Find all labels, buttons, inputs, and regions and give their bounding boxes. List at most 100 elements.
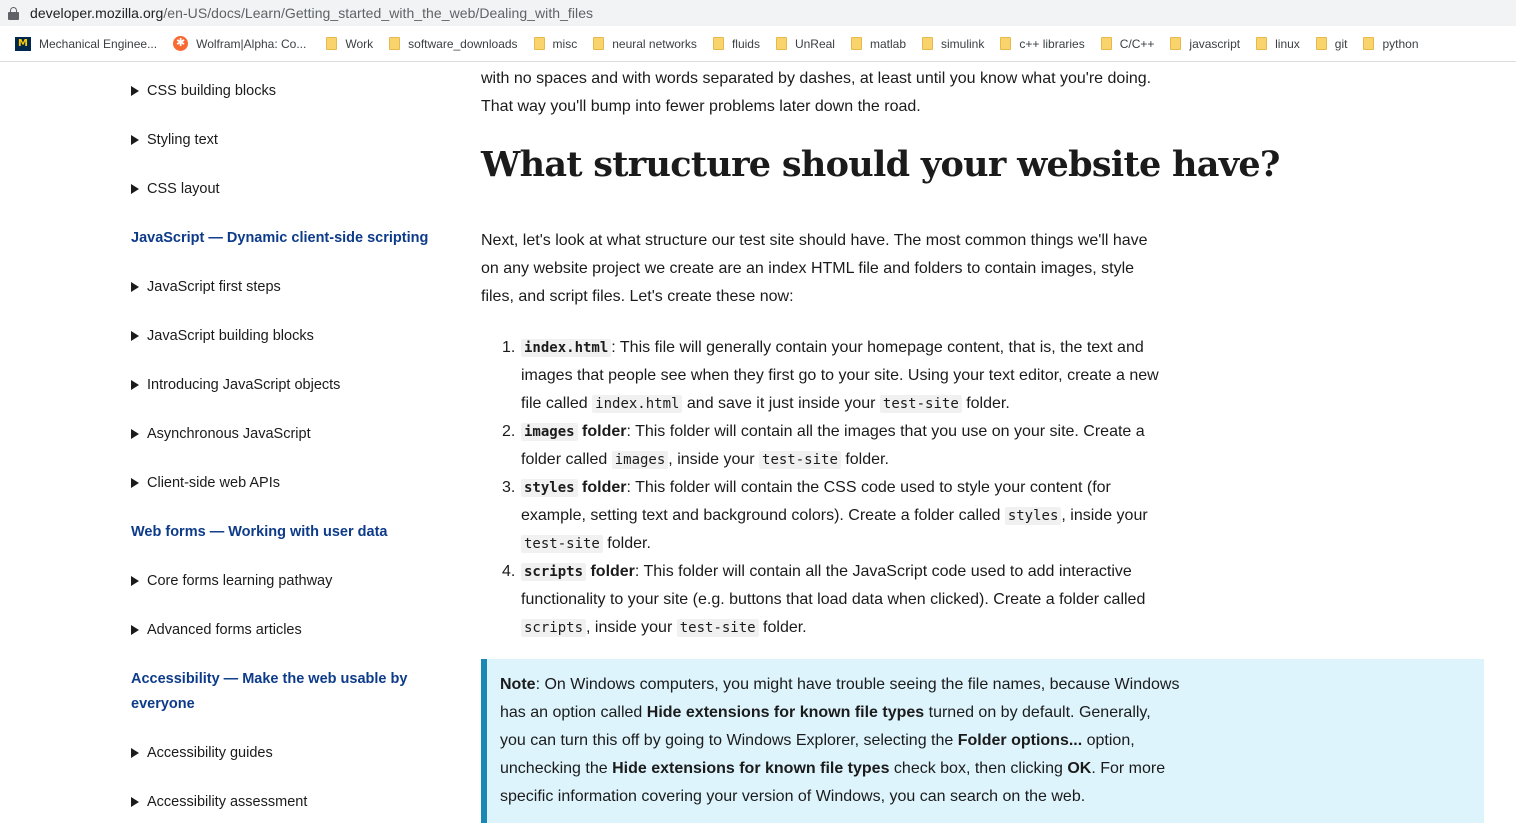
bookmark-label: git <box>1334 36 1348 51</box>
section-heading: What structure should your website have? <box>481 144 1280 185</box>
bookmark-12[interactable]: javascript <box>1170 37 1240 51</box>
item-text: folder. <box>840 451 889 468</box>
folder-icon <box>389 37 401 50</box>
sidebar-item-10[interactable]: Core forms learning pathway <box>131 573 332 589</box>
bookmark-label: software_downloads <box>408 36 518 51</box>
expand-triangle-icon <box>131 86 139 96</box>
inline-code: test-site <box>879 395 962 413</box>
bookmark-0[interactable]: M Mechanical Enginee... <box>15 36 157 51</box>
list-item: 2. images folder: This folder will contai… <box>481 418 1161 474</box>
inline-code: test-site <box>759 451 841 469</box>
bookmark-15[interactable]: python <box>1363 37 1419 51</box>
sidebar-item-label: Accessibility guides <box>147 745 273 761</box>
bookmark-8[interactable]: matlab <box>850 37 906 51</box>
sidebar-item-7[interactable]: Asynchronous JavaScript <box>131 426 311 442</box>
sidebar-item-2[interactable]: CSS layout <box>131 181 220 197</box>
folder-icon <box>1256 37 1268 50</box>
bookmark-label: simulink <box>941 36 985 51</box>
bookmark-3[interactable]: software_downloads <box>389 36 518 51</box>
bookmark-6[interactable]: fluids <box>712 36 760 51</box>
inline-code: test-site <box>676 619 759 637</box>
item-code-name: styles <box>521 479 578 497</box>
folder-icon <box>326 37 338 50</box>
item-bold-suffix: folder <box>586 563 635 580</box>
sidebar-item-label: CSS building blocks <box>147 83 276 99</box>
sidebar-nav: CSS building blocks Styling text CSS layou… <box>0 63 460 833</box>
wolfram-icon: ✱ <box>173 36 189 51</box>
note-callout: Note: On Windows computers, you might ha… <box>481 659 1484 823</box>
sidebar-section-label: Web forms — Working with user data <box>131 524 388 540</box>
expand-triangle-icon <box>131 282 139 292</box>
note-label: Note <box>500 676 536 693</box>
sidebar-item-6[interactable]: Introducing JavaScript objects <box>131 377 340 393</box>
sidebar-item-label: JavaScript first steps <box>147 279 281 295</box>
folder-icon <box>533 37 545 50</box>
bookmark-label: UnReal <box>794 36 835 51</box>
item-code-name: scripts <box>521 563 587 581</box>
bookmark-label: misc <box>552 36 578 51</box>
expand-triangle-icon <box>131 625 139 635</box>
sidebar-item-11[interactable]: Advanced forms articles <box>131 622 302 638</box>
url-text[interactable]: developer.mozilla.org/en-US/docs/Learn/G… <box>30 5 593 21</box>
sidebar-item-label: Accessibility assessment <box>147 794 308 810</box>
list-item: 3. styles folder: This folder will contai… <box>481 474 1161 558</box>
sidebar-section-9[interactable]: Web forms — Working with user data <box>131 520 431 545</box>
item-text: folder. <box>602 535 651 552</box>
bookmark-14[interactable]: git <box>1315 36 1348 51</box>
folder-icon <box>1170 37 1182 50</box>
intro-line-1: with no spaces and with words separated … <box>481 70 1152 87</box>
sidebar-item-1[interactable]: Styling text <box>131 132 218 148</box>
expand-triangle-icon <box>131 184 139 194</box>
bookmark-label: neural networks <box>612 36 697 51</box>
sidebar-section-12[interactable]: Accessibility — Make the web usable by e… <box>131 667 431 717</box>
bookmark-label: fluids <box>731 36 760 51</box>
item-text: folder. <box>758 619 807 636</box>
folder-icon <box>1315 37 1327 50</box>
bookmark-label: Wolfram|Alpha: Co... <box>196 36 307 51</box>
bookmark-1[interactable]: ✱ Wolfram|Alpha: Co... <box>173 36 306 51</box>
address-bar[interactable]: developer.mozilla.org/en-US/docs/Learn/G… <box>0 0 1516 26</box>
inline-code: index.html <box>592 395 683 413</box>
sidebar-item-0[interactable]: CSS building blocks <box>131 83 276 99</box>
item-text: , inside your <box>1061 507 1148 524</box>
bookmark-5[interactable]: neural networks <box>593 37 697 51</box>
sidebar-item-label: Introducing JavaScript objects <box>147 377 341 393</box>
bookmark-4[interactable]: misc <box>533 36 578 51</box>
list-number: 1. <box>502 339 516 356</box>
folder-icon <box>1363 37 1375 50</box>
inline-code: images <box>611 451 669 469</box>
sidebar-item-5[interactable]: JavaScript building blocks <box>131 328 314 344</box>
bookmark-9[interactable]: simulink <box>922 37 984 51</box>
sidebar-item-4[interactable]: JavaScript first steps <box>131 279 281 295</box>
bookmark-2[interactable]: Work <box>326 37 373 51</box>
sidebar-item-8[interactable]: Client-side web APIs <box>131 475 280 491</box>
sidebar-item-13[interactable]: Accessibility guides <box>131 745 273 761</box>
item-code-name: index.html <box>521 339 612 357</box>
item-bold-suffix: folder <box>577 423 627 440</box>
folder-icon <box>775 37 787 50</box>
bookmark-label: c++ libraries <box>1019 36 1085 51</box>
sidebar-item-label: Styling text <box>147 132 218 148</box>
bookmark-label: javascript <box>1189 36 1241 51</box>
url-path: /en-US/docs/Learn/Getting_started_with_t… <box>163 5 594 21</box>
url-host: developer.mozilla.org <box>30 5 164 21</box>
folder-icon <box>712 37 724 50</box>
expand-triangle-icon <box>131 576 139 586</box>
sidebar-item-label: CSS layout <box>147 181 220 197</box>
list-number: 2. <box>502 423 516 440</box>
folder-icon <box>850 37 862 50</box>
inline-code: styles <box>1004 507 1062 525</box>
folder-icon <box>922 37 934 50</box>
sidebar-item-14[interactable]: Accessibility assessment <box>131 794 307 810</box>
bookmark-7[interactable]: UnReal <box>775 36 835 51</box>
expand-triangle-icon <box>131 797 139 807</box>
lock-icon[interactable] <box>8 6 19 20</box>
bookmark-13[interactable]: linux <box>1256 37 1300 51</box>
sidebar-section-label: JavaScript — Dynamic client-side scripti… <box>131 230 429 246</box>
inline-code: scripts <box>521 619 587 637</box>
item-text: and save it just inside your <box>682 395 880 412</box>
bookmark-10[interactable]: c++ libraries <box>1000 36 1085 51</box>
sidebar-section-3[interactable]: JavaScript — Dynamic client-side scripti… <box>131 226 431 251</box>
list-number: 4. <box>502 563 516 580</box>
bookmark-11[interactable]: C/C++ <box>1100 37 1154 51</box>
